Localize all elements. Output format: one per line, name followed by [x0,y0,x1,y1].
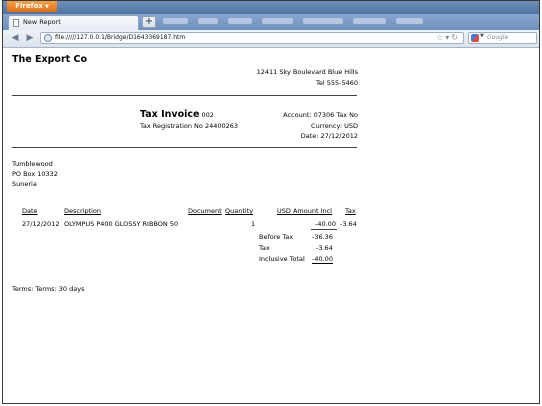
globe-icon [44,34,52,42]
customer-city: Suneria [12,180,37,188]
row-quantity: 1 [251,220,256,228]
title-bar: Firefox ▼ [3,1,539,14]
row-tax: -3.64 [340,220,357,228]
inclusive-total-label: Inclusive Total [259,255,305,263]
tab-strip: New Report + [3,14,539,30]
before-tax-value: -36.36 [312,233,333,241]
invoice-title-text: Tax Invoice [140,109,200,120]
col-header-date: Date [22,207,38,215]
subtotal-rule [311,229,337,230]
invoice-title: Tax Invoice 002 [140,109,214,120]
row-amount: -40.00 [315,220,336,228]
search-placeholder: Google [487,34,509,41]
chevron-down-icon: ▼ [44,4,49,10]
payment-terms: Terms: Terms: 30 days [12,285,85,293]
google-icon[interactable] [471,34,479,42]
bookmark-item[interactable] [198,18,219,24]
customer-address: PO Box 10332 [12,170,58,178]
bookmark-item[interactable] [353,18,386,24]
col-header-usd-amount: USD Amount Incl [277,207,332,215]
url-text: file://///127.0.0.1/Bridge/D1643369187.h… [55,34,186,41]
col-header-description: Description [64,207,102,215]
tax-label: Tax [259,244,270,252]
tab-new-report[interactable]: New Report [8,15,139,30]
bookmark-star-icon[interactable]: ☆▾↻ [436,33,460,42]
chevron-down-icon[interactable]: ▼ [480,33,484,39]
tax-registration: Tax Registration No 24400263 [140,122,239,130]
browser-window: Firefox ▼ New Report + ◀ ▶ file://///127.… [2,0,540,404]
bookmark-item[interactable] [228,18,253,24]
row-description: OLYMPUS P400 GLOSSY RIBBON 50 [64,220,179,228]
account-number: Account: 07306 Tax No [283,111,358,119]
customer-name: Tumblewood [12,160,53,168]
forward-arrow-icon[interactable]: ▶ [24,32,36,44]
page-icon [13,19,19,27]
divider [12,95,357,96]
tax-value: -3.64 [316,244,333,252]
firefox-menu-button[interactable]: Firefox ▼ [7,1,57,12]
inclusive-total-value: -40.00 [312,255,333,264]
bookmark-item[interactable] [303,18,343,24]
currency: Currency: USD [311,122,358,130]
invoice-number: 002 [201,111,214,119]
col-header-document: Document [188,207,222,215]
back-arrow-icon[interactable]: ◀ [9,32,21,44]
address-bar[interactable]: file://///127.0.0.1/Bridge/D1643369187.h… [40,32,464,44]
tab-title: New Report [23,18,61,26]
search-box[interactable]: ▼ Google [468,32,537,44]
navigation-toolbar: ◀ ▶ file://///127.0.0.1/Bridge/D16433691… [3,30,539,48]
divider [12,147,357,148]
new-tab-button[interactable]: + [142,16,156,28]
bookmarks-strip [163,18,423,26]
row-date: 27/12/2012 [22,220,60,228]
company-address: 12411 Sky Boulevard Blue Hills [256,68,358,76]
invoice-date: Date: 27/12/2012 [300,132,358,140]
invoice-document: The Export Co 12411 Sky Boulevard Blue H… [3,48,539,404]
company-phone: Tel 555-5460 [315,79,358,87]
bookmark-item[interactable] [163,18,189,24]
firefox-menu-label: Firefox [15,2,43,10]
col-header-quantity: Quantity [225,207,254,215]
before-tax-label: Before Tax [259,233,294,241]
bookmark-item[interactable] [395,18,423,24]
bookmark-item[interactable] [262,18,293,24]
company-name: The Export Co [12,54,87,65]
col-header-tax: Tax [345,207,356,215]
